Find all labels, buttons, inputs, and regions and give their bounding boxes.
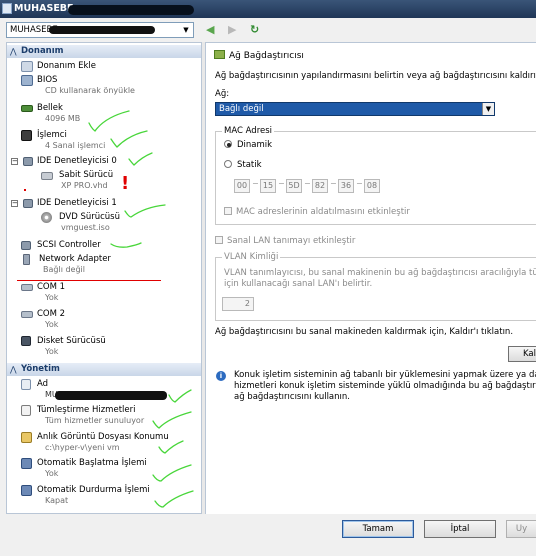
info-text-2: hizmetleri konuk işletim sisteminde yükl… <box>234 381 536 391</box>
vlan-group-title: VLAN Kimliği <box>222 252 281 262</box>
mac-octet-6[interactable]: 08 <box>364 179 380 193</box>
vlan-description-2: için kullanacağı sanal LAN'ı belirtir. <box>224 279 373 289</box>
network-select[interactable]: Bağlı değil ▼ <box>215 102 495 116</box>
mac-octet-4[interactable]: 82 <box>312 179 328 193</box>
apply-button[interactable]: Uy <box>506 520 536 538</box>
checkmark-memory <box>88 110 130 132</box>
chevron-down-icon[interactable]: ▼ <box>482 103 494 115</box>
remove-button[interactable]: Kal <box>508 346 536 362</box>
mac-separator: − <box>304 179 311 188</box>
checkmark-auto-stop <box>154 490 194 508</box>
remove-adapter-text: Ağ bağdaştırıcısını bu sanal makineden k… <box>215 327 514 337</box>
forward-arrow-icon[interactable]: ▶ <box>228 24 236 36</box>
mac-octet-1[interactable]: 00 <box>234 179 250 193</box>
vm-name-redaction <box>49 26 155 34</box>
checkmark-snapshot-location <box>158 440 184 454</box>
radio-selected-icon <box>224 140 232 148</box>
checkmark-name <box>168 389 192 403</box>
info-text-1: Konuk işletim sisteminin ağ tabanlı bir … <box>234 370 536 380</box>
window-title: MUHASEBE <box>14 3 74 14</box>
info-icon: i <box>216 371 226 381</box>
mac-spoofing-checkbox[interactable]: MAC adreslerinin aldatılmasını etkinleşt… <box>224 207 410 217</box>
mac-group-title: MAC Adresi <box>222 126 275 136</box>
annotation-checkmarks <box>88 110 194 508</box>
back-arrow-icon[interactable]: ◀ <box>206 24 214 36</box>
mac-static-radio[interactable]: Statik <box>224 160 262 170</box>
vlan-id-group: VLAN Kimliği <box>215 252 536 321</box>
info-text-3: ağ bağdaştırıcısını kullanın. <box>234 392 350 402</box>
checkmark-ide-controller-1 <box>124 204 166 218</box>
network-label: Ağ: <box>215 89 230 99</box>
mac-separator: − <box>278 179 285 188</box>
adapter-description: Ağ bağdaştırıcısının yapılandırmasını be… <box>215 71 536 81</box>
radio-unselected-icon <box>224 160 232 168</box>
window-icon <box>2 3 12 14</box>
settings-tree: ⋀ Donanım Donanım Ekle BIOS CD kullanara… <box>6 42 202 514</box>
vlan-id-input[interactable]: 2 <box>222 297 254 311</box>
checkmark-scsi-controller <box>110 242 142 248</box>
mac-separator: − <box>356 179 363 188</box>
adapter-title: Ağ Bağdaştırıcısı <box>214 50 304 61</box>
mac-octet-5[interactable]: 36 <box>338 179 354 193</box>
checkmark-auto-start <box>152 464 192 482</box>
network-adapter-settings: Ağ Bağdaştırıcısı Ağ bağdaştırıcısının y… <box>205 42 536 514</box>
vlan-description-1: VLAN tanımlayıcısı, bu sanal makinenin b… <box>224 268 536 278</box>
checkmark-processor <box>110 130 148 148</box>
checkmark-integration-services <box>152 411 192 429</box>
ok-button[interactable]: Tamam <box>342 520 414 538</box>
mac-octet-3[interactable]: 5D <box>286 179 302 193</box>
mac-separator: − <box>252 179 259 188</box>
mac-separator: − <box>330 179 337 188</box>
mac-dynamic-radio[interactable]: Dinamik <box>224 140 272 150</box>
cancel-button[interactable]: İptal <box>424 520 496 538</box>
network-adapter-icon <box>214 50 225 59</box>
checkbox-icon <box>224 207 232 215</box>
checkmark-ide-controller-0 <box>128 152 153 166</box>
mac-octet-2[interactable]: 15 <box>260 179 276 193</box>
title-redaction <box>68 5 194 15</box>
checkbox-icon <box>215 236 223 244</box>
chevron-down-icon[interactable]: ▼ <box>180 24 192 36</box>
vm-select[interactable]: MUHASEBE ▼ <box>6 22 194 38</box>
refresh-icon[interactable]: ↻ <box>250 24 259 36</box>
title-bar: MUHASEBE <box>0 0 536 18</box>
vlan-enable-checkbox[interactable]: Sanal LAN tanımayı etkinleştir <box>215 236 355 246</box>
